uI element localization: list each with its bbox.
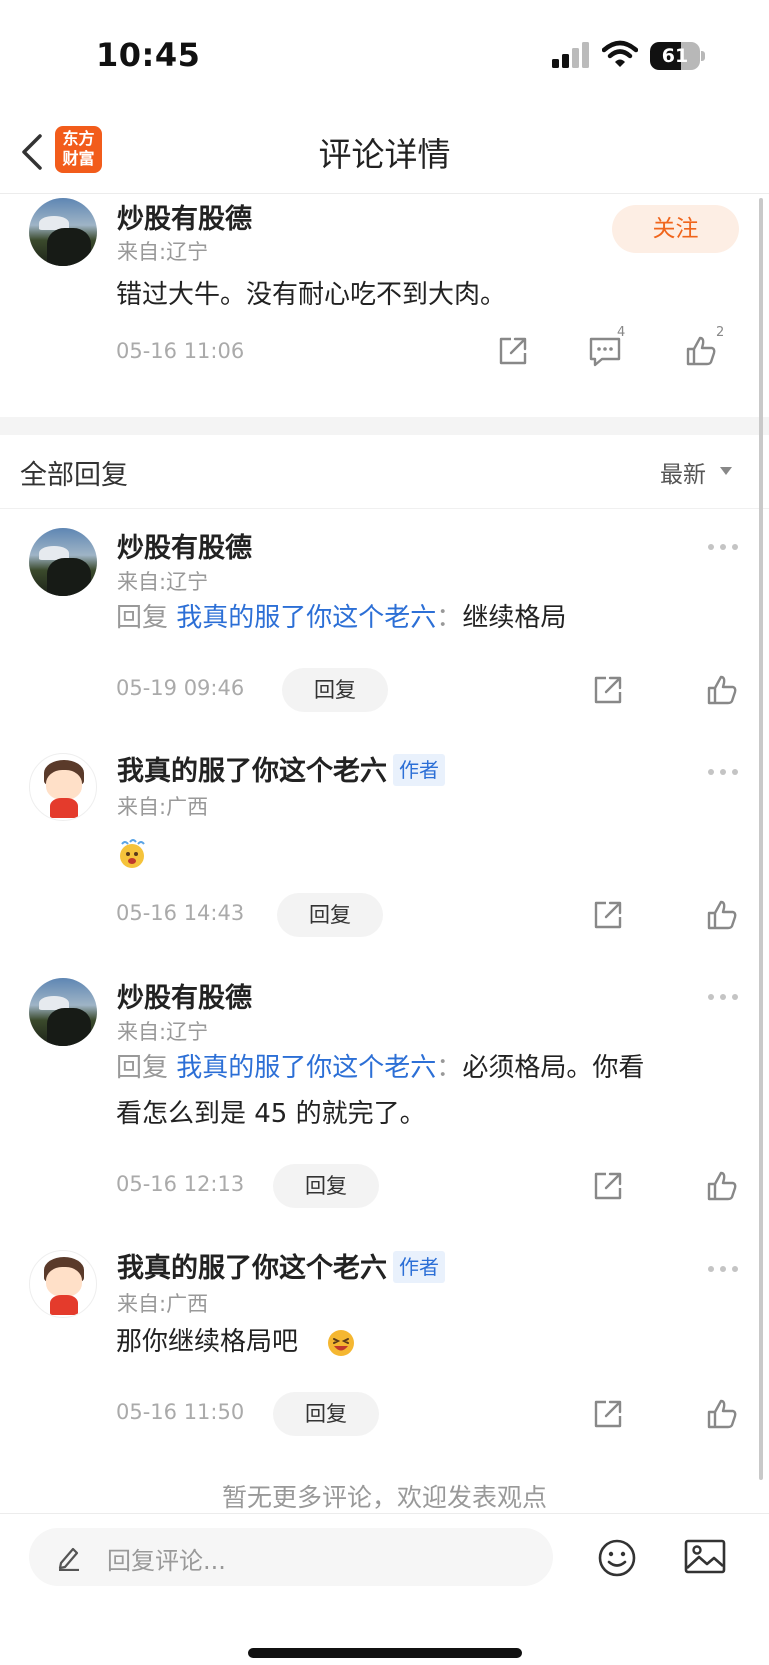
username[interactable]: 炒股有股德	[117, 976, 252, 1015]
reply-text: 那你继续格局吧	[116, 1327, 299, 1357]
battery-level: 61	[661, 45, 689, 67]
timestamp: 05-19 09:46	[116, 676, 245, 700]
comment-text: 错过大牛。没有耐心吃不到大肉。	[116, 280, 507, 310]
laughing-emoji-icon	[328, 1330, 354, 1356]
reply-item: 炒股有股德 来自:辽宁 回复 我真的服了你这个老六：继续格局 05-19 09:…	[0, 510, 769, 720]
reply-button[interactable]: 回复	[277, 893, 383, 937]
cellular-signal-icon	[552, 42, 589, 68]
section-divider	[0, 417, 769, 435]
location: 来自:广西	[117, 1292, 209, 1316]
reply-item: 我真的服了你这个老六 作者 来自:广西 05-16 14:43 回复	[0, 735, 769, 945]
share-icon[interactable]	[592, 1398, 624, 1430]
location: 来自:广西	[117, 795, 209, 819]
wifi-icon	[602, 40, 638, 67]
like-count: 2	[716, 325, 725, 340]
back-icon[interactable]	[18, 130, 48, 174]
timestamp: 05-16 12:13	[116, 1172, 245, 1196]
like-icon[interactable]	[706, 1398, 738, 1430]
avatar[interactable]	[29, 753, 97, 821]
location: 来自:辽宁	[117, 240, 209, 264]
mention-link[interactable]: 我真的服了你这个老六	[176, 603, 436, 633]
status-time: 10:45	[96, 36, 201, 74]
app-logo[interactable]: 东方 财富	[55, 126, 102, 173]
avatar[interactable]	[29, 198, 97, 266]
reply-button[interactable]: 回复	[282, 668, 388, 712]
like-icon[interactable]	[685, 335, 717, 367]
nav-bar: 评论详情 东方 财富	[0, 110, 769, 194]
share-icon[interactable]	[592, 899, 624, 931]
reply-item: 炒股有股德 来自:辽宁 回复 我真的服了你这个老六：必须格局。你看 看怎么到是 …	[0, 960, 769, 1215]
reply-input-placeholder: 回复评论...	[107, 1547, 226, 1575]
location: 来自:辽宁	[117, 1020, 209, 1044]
reply-item: 我真的服了你这个老六 作者 来自:广西 那你继续格局吧 05-16 11:50 回…	[0, 1232, 769, 1442]
more-icon[interactable]	[708, 994, 738, 1002]
timestamp: 05-16 11:06	[116, 339, 245, 363]
location: 来自:辽宁	[117, 570, 209, 594]
all-replies-label: 全部回复	[20, 460, 128, 491]
comment-count: 4	[617, 325, 626, 340]
caret-down-icon[interactable]	[720, 467, 732, 475]
username[interactable]: 我真的服了你这个老六 作者	[117, 749, 445, 788]
share-icon[interactable]	[592, 1170, 624, 1202]
reply-text: 回复 我真的服了你这个老六：必须格局。你看	[116, 1053, 645, 1083]
username[interactable]: 炒股有股德	[117, 197, 252, 236]
reply-text: 回复 我真的服了你这个老六：继续格局	[116, 603, 567, 633]
author-badge: 作者	[393, 1251, 445, 1283]
page-title: 评论详情	[318, 135, 451, 174]
pencil-icon	[58, 1547, 79, 1571]
username[interactable]: 我真的服了你这个老六 作者	[117, 1246, 445, 1285]
author-badge: 作者	[393, 754, 445, 786]
like-icon[interactable]	[706, 1170, 738, 1202]
share-icon[interactable]	[592, 674, 624, 706]
bottom-bar: 回复评论...	[0, 1513, 769, 1665]
reply-button[interactable]: 回复	[273, 1392, 379, 1436]
reply-input[interactable]: 回复评论...	[29, 1528, 553, 1586]
mention-link[interactable]: 我真的服了你这个老六	[176, 1053, 436, 1083]
battery-icon: 61	[650, 42, 705, 70]
home-indicator	[248, 1648, 522, 1658]
timestamp: 05-16 11:50	[116, 1400, 245, 1424]
like-icon[interactable]	[706, 899, 738, 931]
image-icon[interactable]	[684, 1538, 726, 1576]
avatar[interactable]	[29, 528, 97, 596]
reply-text-line2: 看怎么到是 45 的就完了。	[116, 1099, 426, 1129]
sort-dropdown[interactable]: 最新	[660, 455, 706, 489]
more-icon[interactable]	[708, 769, 738, 777]
emoji-button-icon[interactable]	[597, 1538, 637, 1578]
avatar[interactable]	[29, 978, 97, 1046]
scrollbar[interactable]	[759, 198, 763, 1480]
like-icon[interactable]	[706, 674, 738, 706]
status-bar: 10:45 61	[0, 0, 769, 110]
more-icon[interactable]	[708, 544, 738, 552]
more-icon[interactable]	[708, 1266, 738, 1274]
avatar[interactable]	[29, 1250, 97, 1318]
timestamp: 05-16 14:43	[116, 901, 245, 925]
follow-button[interactable]: 关注	[612, 205, 739, 253]
share-icon[interactable]	[497, 335, 529, 367]
reply-button[interactable]: 回复	[273, 1164, 379, 1208]
username[interactable]: 炒股有股德	[117, 526, 252, 565]
no-more-comments: 暂无更多评论，欢迎发表观点	[221, 1483, 547, 1512]
replies-header: 全部回复 最新	[0, 435, 769, 509]
main-comment: 炒股有股德 来自:辽宁 关注 错过大牛。没有耐心吃不到大肉。 05-16 11:…	[0, 195, 769, 417]
emoji-icon	[120, 839, 145, 868]
